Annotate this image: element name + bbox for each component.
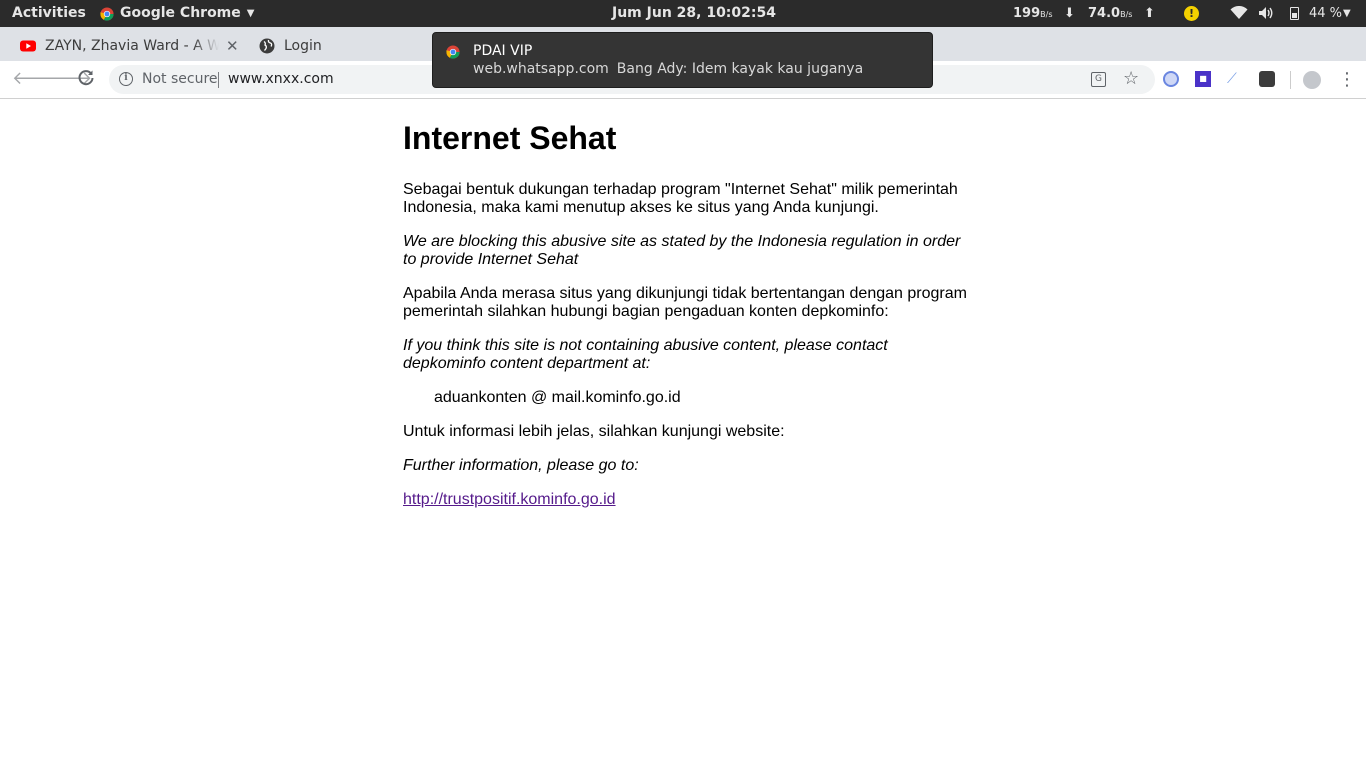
net-up-speed: 74.0B/s bbox=[1088, 0, 1132, 27]
chrome-icon bbox=[100, 6, 114, 21]
youtube-icon bbox=[20, 40, 36, 51]
clock[interactable]: Jum Jun 28, 10:02:54 bbox=[612, 0, 776, 27]
system-menu-chevron-icon[interactable]: ▼ bbox=[1343, 0, 1351, 27]
close-tab-icon[interactable]: ✕ bbox=[226, 37, 239, 55]
paragraph-id-1: Sebagai bentuk dukungan terhadap program… bbox=[403, 181, 958, 216]
arrow-down-icon: ⬇ bbox=[1064, 6, 1075, 21]
extension-pen-icon[interactable]: ⟋ bbox=[1227, 71, 1243, 87]
more-menu-icon[interactable]: ⋮ bbox=[1338, 68, 1356, 92]
chrome-icon bbox=[446, 45, 460, 59]
net-down-value: 199 bbox=[1013, 6, 1041, 21]
system-top-bar: Activities Google Chrome ▼ Jum Jun 28, 1… bbox=[0, 0, 1366, 27]
extension-icon[interactable] bbox=[1259, 71, 1275, 87]
tab-youtube[interactable]: ZAYN, Zhavia Ward - A Whole New World ✕ bbox=[20, 30, 246, 61]
globe-icon bbox=[259, 38, 275, 53]
page-content: Internet Sehat Sebagai bentuk dukungan t… bbox=[403, 99, 973, 525]
app-name: Google Chrome bbox=[120, 5, 241, 21]
notification-title: PDAI VIP bbox=[473, 43, 533, 59]
wifi-icon[interactable] bbox=[1230, 0, 1248, 27]
translate-icon[interactable]: G bbox=[1091, 72, 1106, 87]
notification-source: web.whatsapp.com bbox=[473, 61, 609, 77]
info-icon[interactable]: i bbox=[119, 72, 133, 86]
contact-email: aduankonten @ mail.kominfo.go.id bbox=[434, 389, 681, 406]
warning-icon[interactable]: ! bbox=[1184, 6, 1199, 21]
tab-login[interactable]: Login bbox=[259, 30, 429, 61]
url-text[interactable]: www.xnxx.com bbox=[228, 65, 334, 94]
extension-icon[interactable]: ■ bbox=[1195, 71, 1211, 87]
arrow-up-icon: ⬆ bbox=[1144, 6, 1155, 21]
page-title: Internet Sehat bbox=[403, 120, 617, 156]
paragraph-id-2: Apabila Anda merasa situs yang dikunjung… bbox=[403, 285, 967, 320]
reload-button[interactable] bbox=[77, 69, 95, 92]
security-status[interactable]: Not secure bbox=[142, 65, 218, 94]
extension-icon[interactable] bbox=[1163, 71, 1179, 87]
net-down-speed: 199B/s bbox=[1013, 0, 1053, 27]
volume-icon[interactable] bbox=[1258, 0, 1274, 27]
paragraph-en-2: If you think this site is not containing… bbox=[403, 337, 888, 372]
profile-avatar[interactable] bbox=[1303, 71, 1321, 89]
net-down-unit: B/s bbox=[1040, 10, 1053, 19]
battery-percent[interactable]: 44 % bbox=[1309, 0, 1342, 27]
activities-button[interactable]: Activities bbox=[12, 0, 86, 27]
app-menu-button[interactable]: Google Chrome ▼ bbox=[100, 0, 254, 27]
bookmark-star-icon[interactable]: ☆ bbox=[1123, 67, 1139, 91]
net-up-unit: B/s bbox=[1120, 10, 1133, 19]
notification-body: web.whatsapp.com Bang Ady: Idem kayak kau… bbox=[473, 61, 863, 77]
battery-icon[interactable] bbox=[1290, 7, 1299, 20]
paragraph-en-3: Further information, please go to: bbox=[403, 457, 639, 474]
notification-message: Bang Ady: Idem kayak kau juganya bbox=[616, 61, 864, 77]
tab-title: ZAYN, Zhavia Ward - A Whole New World bbox=[45, 37, 219, 54]
toolbar-divider bbox=[1290, 71, 1291, 89]
paragraph-id-3: Untuk informasi lebih jelas, silahkan ku… bbox=[403, 423, 785, 440]
trustpositif-link[interactable]: http://trustpositif.kominfo.go.id bbox=[403, 491, 616, 508]
omnibox-divider bbox=[218, 72, 219, 88]
paragraph-en-1: We are blocking this abusive site as sta… bbox=[403, 233, 961, 268]
chevron-down-icon: ▼ bbox=[246, 8, 255, 19]
notification-popup[interactable]: PDAI VIP web.whatsapp.com Bang Ady: Idem … bbox=[432, 32, 933, 88]
net-up-value: 74.0 bbox=[1088, 6, 1121, 21]
tab-title: Login bbox=[284, 37, 322, 54]
